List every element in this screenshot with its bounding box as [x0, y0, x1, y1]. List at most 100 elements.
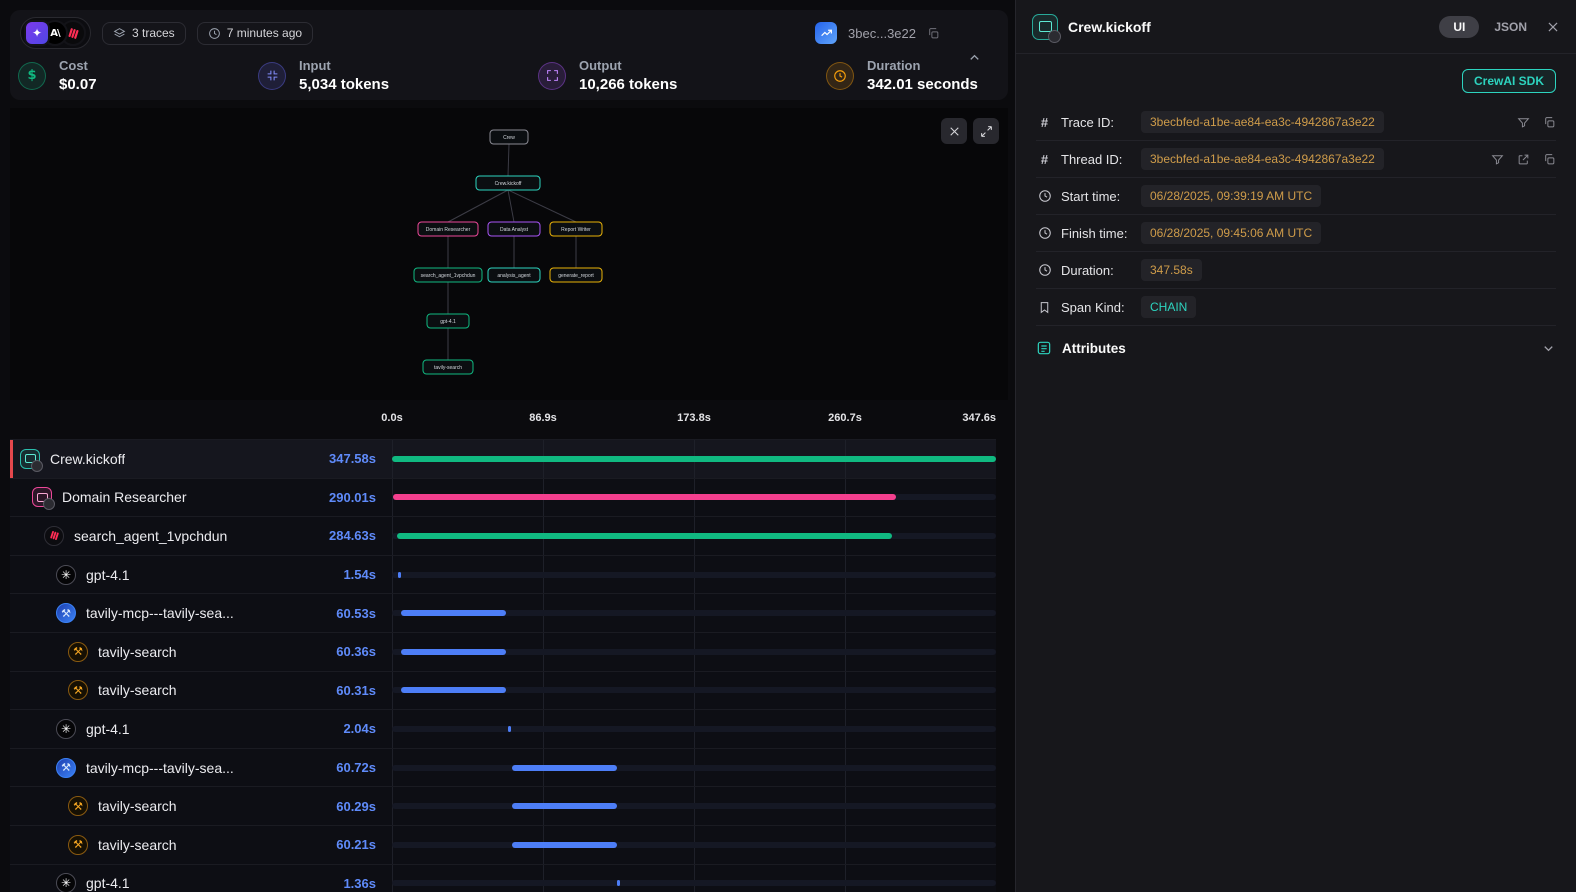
svg-text:Crew.kickoff: Crew.kickoff — [495, 181, 522, 187]
span-waterfall — [392, 787, 996, 825]
attributes-section-header[interactable]: Attributes — [1036, 326, 1556, 370]
trace-row-tavily-search[interactable]: ⚒ tavily-search 60.21s — [10, 826, 996, 865]
timeline-tick: 347.6s — [962, 412, 996, 424]
filter-icon[interactable] — [1491, 153, 1504, 166]
stat-output: Output10,266 tokens — [538, 58, 677, 93]
filter-icon[interactable] — [1517, 116, 1530, 129]
detail-row-trace-id: #Trace ID:3becbfed-a1be-ae84-ea3c-494286… — [1036, 104, 1556, 141]
detail-label: Thread ID: — [1061, 152, 1133, 167]
trace-row-gpt-4-1[interactable]: ✳gpt-4.11.54s — [10, 556, 996, 595]
bookmark-icon — [1036, 301, 1053, 314]
clock-icon — [1036, 226, 1053, 240]
span-name: tavily-search — [98, 837, 177, 853]
graph-node-gpt-4-1[interactable]: gpt-4.1 — [427, 314, 469, 328]
clock-icon — [208, 27, 221, 40]
detail-row-span-kind: Span Kind:CHAIN — [1036, 289, 1556, 326]
stats-row: $Cost$0.07Input5,034 tokensOutput10,266 … — [10, 56, 1008, 100]
graph-node-generate-report[interactable]: generate_report — [550, 268, 602, 282]
duration-track — [392, 726, 996, 732]
duration-track — [392, 880, 996, 886]
copy-trace-id-button[interactable] — [927, 27, 940, 40]
span-waterfall — [392, 517, 996, 555]
mcp-blue-icon: ⚒ — [56, 603, 76, 623]
detail-value[interactable]: 3becbfed-a1be-ae84-ea3c-4942867a3e22 — [1141, 148, 1384, 170]
detail-value[interactable]: 3becbfed-a1be-ae84-ea3c-4942867a3e22 — [1141, 111, 1384, 133]
duration-bar — [512, 842, 617, 848]
clockic-icon — [826, 62, 854, 90]
trace-row-search-agent-1vpchdun[interactable]: search_agent_1vpchdun284.63s — [10, 517, 996, 556]
openai-icon: ✳ — [56, 565, 76, 585]
copy-icon[interactable] — [1543, 116, 1556, 129]
span-name: tavily-search — [98, 682, 177, 698]
wrench-amber-icon: ⚒ — [68, 642, 88, 662]
detail-value[interactable]: 06/28/2025, 09:39:19 AM UTC — [1141, 185, 1321, 207]
graph-node-search-agent-1vpchdun[interactable]: search_agent_1vpchdun — [414, 268, 482, 282]
svg-text:Crew: Crew — [503, 135, 515, 141]
chevron-up-icon — [967, 50, 982, 65]
trace-row-tavily-mcp-tavily-sea-[interactable]: ⚒tavily-mcp---tavily-sea...60.72s — [10, 749, 996, 788]
duration-track — [392, 803, 996, 809]
span-duration: 60.36s — [336, 644, 392, 659]
detail-value[interactable]: 06/28/2025, 09:45:06 AM UTC — [1141, 222, 1321, 244]
trace-row-tavily-search[interactable]: ⚒tavily-search60.36s — [10, 633, 996, 672]
close-panel-button[interactable] — [1546, 20, 1560, 34]
trace-row-gpt-4-1[interactable]: ✳gpt-4.12.04s — [10, 710, 996, 749]
close-icon — [1546, 20, 1560, 34]
wrench-amber-icon: ⚒ — [68, 680, 88, 700]
graph-node-report-writer[interactable]: Report Writer — [550, 222, 602, 236]
detail-value[interactable]: CHAIN — [1141, 296, 1196, 318]
wrench-amber-icon: ⚒ — [68, 835, 88, 855]
span-name: Crew.kickoff — [50, 451, 125, 467]
expand-graph-button[interactable] — [973, 118, 999, 144]
span-duration: 60.21s — [336, 837, 392, 852]
collapse-stats-button[interactable] — [967, 50, 982, 68]
graph-node-crew[interactable]: Crew — [490, 130, 528, 144]
hash-icon: # — [1036, 115, 1053, 130]
close-graph-button[interactable] — [941, 118, 967, 144]
grid-line — [694, 865, 695, 892]
graph-node-crew-kickoff[interactable]: Crew.kickoff — [476, 176, 540, 190]
trace-row-tavily-mcp-tavily-sea-[interactable]: ⚒tavily-mcp---tavily-sea...60.53s — [10, 594, 996, 633]
sparkle-avatar-icon: ✦ — [24, 20, 50, 46]
panel-title: Crew.kickoff — [1068, 19, 1151, 35]
tab-ui[interactable]: UI — [1439, 16, 1479, 38]
copy-icon — [927, 27, 940, 40]
graph-node-analysis-agent[interactable]: analysis_agent — [488, 268, 540, 282]
graph-node-tavily-search[interactable]: tavily-search — [423, 360, 473, 374]
crewai-red-icon — [44, 526, 64, 546]
duration-track — [392, 765, 996, 771]
copy-icon[interactable] — [1543, 153, 1556, 166]
span-name: tavily-search — [98, 798, 177, 814]
tab-json[interactable]: JSON — [1494, 20, 1527, 34]
panel-header: Crew.kickoff UI JSON — [1016, 0, 1576, 54]
duration-track — [392, 572, 996, 578]
external-icon[interactable] — [1517, 153, 1530, 166]
duration-bar — [401, 649, 506, 655]
svg-text:Domain Researcher: Domain Researcher — [426, 227, 471, 233]
trace-row-crew-kickoff[interactable]: Crew.kickoff347.58s — [10, 440, 996, 479]
graph-node-domain-researcher[interactable]: Domain Researcher — [418, 222, 478, 236]
trend-up-icon — [815, 22, 837, 44]
span-duration: 2.04s — [343, 721, 392, 736]
hash-icon: # — [1036, 152, 1053, 167]
span-detail-panel: Crew.kickoff UI JSON CrewAI SDK #Trace I… — [1015, 0, 1576, 892]
graph-edge — [508, 144, 509, 176]
traces-count-badge[interactable]: 3 traces — [102, 22, 186, 45]
timeline-tick: 86.9s — [529, 412, 557, 424]
agent-pink-icon — [32, 487, 52, 507]
trace-row-tavily-search[interactable]: ⚒tavily-search60.31s — [10, 672, 996, 711]
duration-bar — [512, 765, 618, 771]
openai-icon: ✳ — [56, 873, 76, 892]
clock-icon — [1036, 189, 1053, 203]
trace-row-tavily-search[interactable]: ⚒tavily-search60.29s — [10, 787, 996, 826]
trace-row-gpt-4-1[interactable]: ✳gpt-4.11.36s — [10, 865, 996, 892]
span-waterfall — [392, 672, 996, 710]
trace-row-domain-researcher[interactable]: Domain Researcher290.01s — [10, 479, 996, 518]
detail-value[interactable]: 347.58s — [1141, 259, 1202, 281]
graph-node-data-analyst[interactable]: Data Analyst — [488, 222, 540, 236]
grid-line — [392, 865, 393, 892]
stat-label: Input — [299, 58, 389, 73]
graph-edge — [508, 190, 514, 222]
span-name: tavily-mcp---tavily-sea... — [86, 760, 234, 776]
duration-track — [392, 842, 996, 848]
